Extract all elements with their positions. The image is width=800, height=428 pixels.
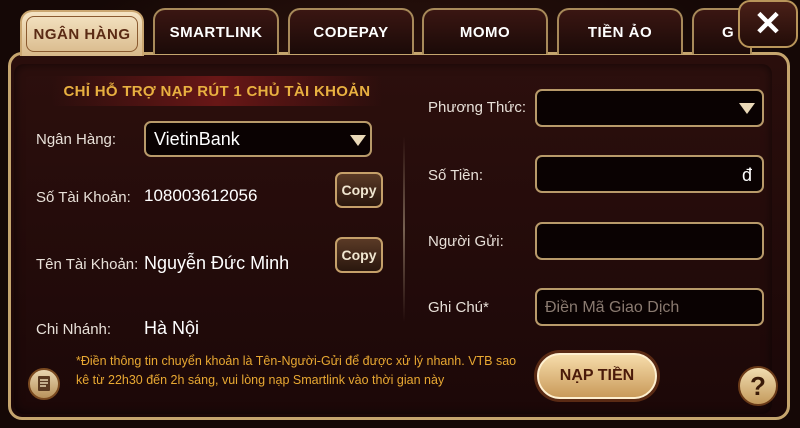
transaction-code-placeholder: Điền Mã Giao Dịch (545, 299, 680, 316)
method-label: Phương Thức: (428, 99, 527, 116)
chevron-down-icon (739, 103, 755, 114)
chevron-down-icon (350, 135, 366, 146)
copy-account-number-button[interactable]: Copy (335, 172, 383, 208)
note-label: Ghi Chú* (428, 299, 489, 316)
transaction-code-input[interactable]: Điền Mã Giao Dịch (535, 288, 764, 326)
amount-input[interactable]: đ (535, 155, 764, 193)
method-select[interactable] (535, 89, 764, 127)
currency-symbol: đ (741, 165, 752, 185)
tab-momo[interactable]: MOMO (422, 8, 548, 54)
column-divider (403, 136, 405, 322)
sender-input[interactable] (535, 222, 764, 260)
close-icon: ✕ (753, 5, 783, 43)
account-number-label: Số Tài Khoản: (36, 189, 131, 206)
branch-value: Hà Nội (144, 318, 200, 338)
help-button[interactable]: ? (738, 366, 778, 406)
amount-label: Số Tiền: (428, 167, 484, 184)
tab-bank[interactable]: NGÂN HÀNG (20, 10, 144, 56)
bank-label: Ngân Hàng: (36, 131, 117, 148)
bank-select[interactable]: VietinBank (144, 121, 372, 157)
branch-label: Chi Nhánh: (36, 321, 112, 338)
history-icon[interactable] (28, 368, 60, 400)
sender-label: Người Gửi: (428, 233, 504, 250)
notice-banner: CHỈ HỖ TRỢ NẠP RÚT 1 CHỦ TÀI KHOẢN (52, 76, 382, 106)
account-name: Nguyễn Đức Minh (144, 253, 290, 273)
bank-select-value: VietinBank (154, 128, 240, 149)
tab-codepay[interactable]: CODEPAY (288, 8, 414, 54)
account-number: 108003612056 (144, 186, 258, 205)
deposit-button[interactable]: NẠP TIỀN (537, 353, 657, 399)
question-icon: ? (750, 370, 766, 401)
tab-smartlink[interactable]: SMARTLINK (153, 8, 279, 54)
tab-crypto[interactable]: TIỀN ẢO (557, 8, 683, 54)
account-name-label: Tên Tài Khoản: (36, 256, 139, 273)
footer-note: *Điền thông tin chuyển khoản là Tên-Ngườ… (76, 354, 517, 387)
copy-account-name-button[interactable]: Copy (335, 237, 383, 273)
close-button[interactable]: ✕ (738, 0, 798, 48)
